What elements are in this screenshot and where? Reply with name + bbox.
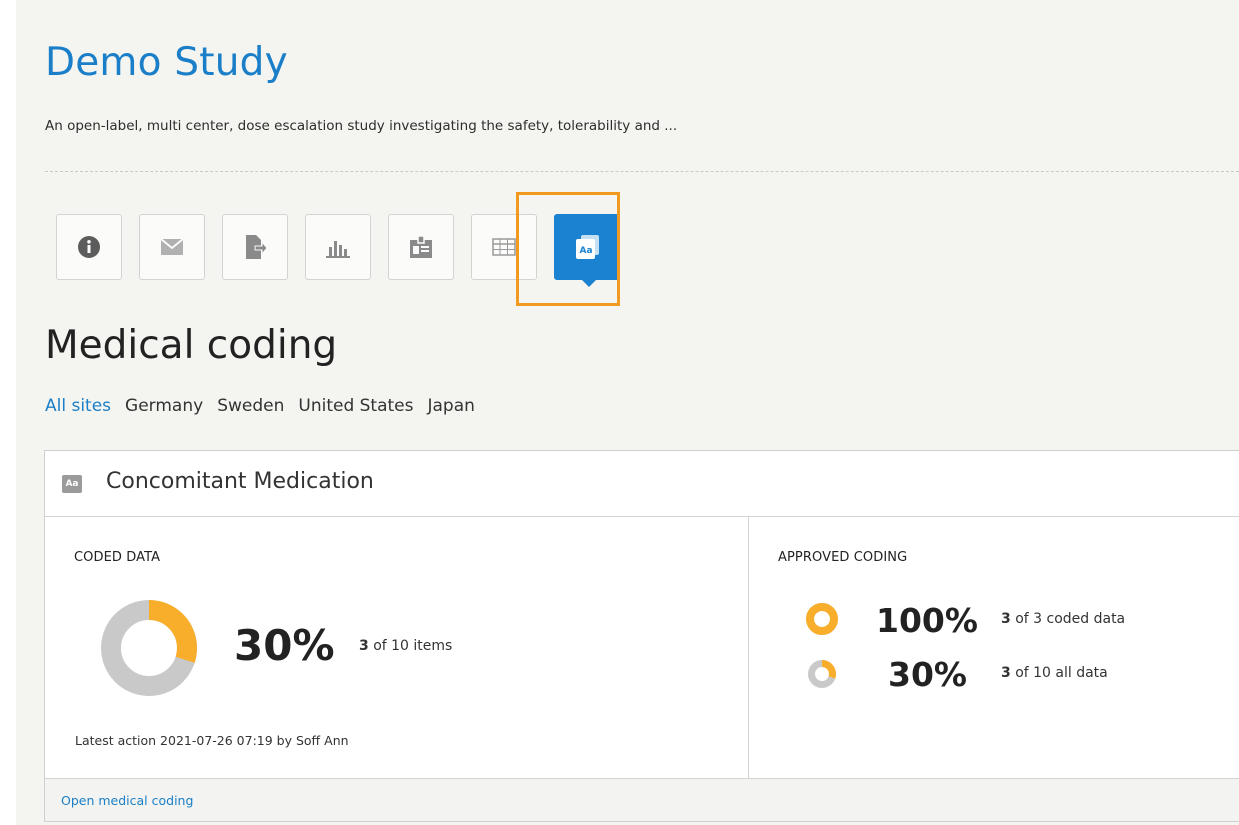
latest-action: Latest action 2021-07-26 07:19 by Soff A…: [75, 733, 349, 748]
card-title: Concomitant Medication: [106, 469, 374, 494]
approved-coding-label: APPROVED CODING: [778, 550, 908, 565]
id-card-icon: [410, 235, 432, 258]
approved-all-items: 3 of 10 all data: [1001, 665, 1108, 681]
coded-data-label: CODED DATA: [74, 550, 161, 565]
site-tab-all[interactable]: All sites: [45, 396, 111, 416]
study-description: An open-label, multi center, dose escala…: [45, 118, 678, 134]
approved-coded-count: 3: [1001, 611, 1011, 627]
table-icon: [492, 238, 516, 256]
approved-all-count: 3: [1001, 665, 1011, 681]
approved-all-donut: [808, 660, 836, 688]
active-tab-highlight: [516, 192, 620, 306]
mail-icon: [160, 238, 184, 255]
info-icon: [78, 236, 100, 258]
charts-button[interactable]: [305, 214, 371, 280]
coding-dictionary-icon: Aa: [62, 475, 82, 493]
approved-all-percent: 30%: [888, 655, 967, 694]
card-divider: [748, 517, 749, 778]
study-page: Demo Study An open-label, multi center, …: [16, 0, 1239, 825]
id-card-button[interactable]: [388, 214, 454, 280]
approved-coded-text: of 3 coded data: [1010, 611, 1126, 627]
info-button[interactable]: [56, 214, 122, 280]
export-icon: [246, 235, 267, 259]
study-title: Demo Study: [45, 40, 288, 85]
divider: [45, 171, 1239, 172]
card-footer: Open medical coding: [45, 778, 1239, 821]
card-header: Aa Concomitant Medication: [45, 451, 1239, 517]
approved-all-text: of 10 all data: [1010, 665, 1108, 681]
site-tab-sweden[interactable]: Sweden: [217, 396, 284, 416]
mail-button[interactable]: [139, 214, 205, 280]
export-button[interactable]: [222, 214, 288, 280]
coded-items: 3 of 10 items: [359, 638, 452, 654]
site-filter: All sites Germany Sweden United States J…: [45, 396, 475, 416]
coded-count: 3: [359, 638, 369, 654]
approved-coded-donut: [806, 603, 838, 635]
approved-coded-items: 3 of 3 coded data: [1001, 611, 1125, 627]
site-tab-united-states[interactable]: United States: [298, 396, 413, 416]
page-title: Medical coding: [45, 323, 338, 368]
bar-chart-icon: [326, 241, 350, 258]
coded-data-donut: [101, 600, 197, 696]
site-tab-germany[interactable]: Germany: [125, 396, 203, 416]
site-tab-japan[interactable]: Japan: [428, 396, 475, 416]
coding-card: Aa Concomitant Medication CODED DATA 30%…: [44, 450, 1239, 822]
approved-coded-progress: [806, 603, 838, 635]
approved-coded-percent: 100%: [876, 601, 978, 640]
coded-percent: 30%: [234, 621, 335, 670]
coded-count-text: of 10 items: [368, 638, 453, 654]
open-medical-coding-link[interactable]: Open medical coding: [61, 793, 193, 808]
